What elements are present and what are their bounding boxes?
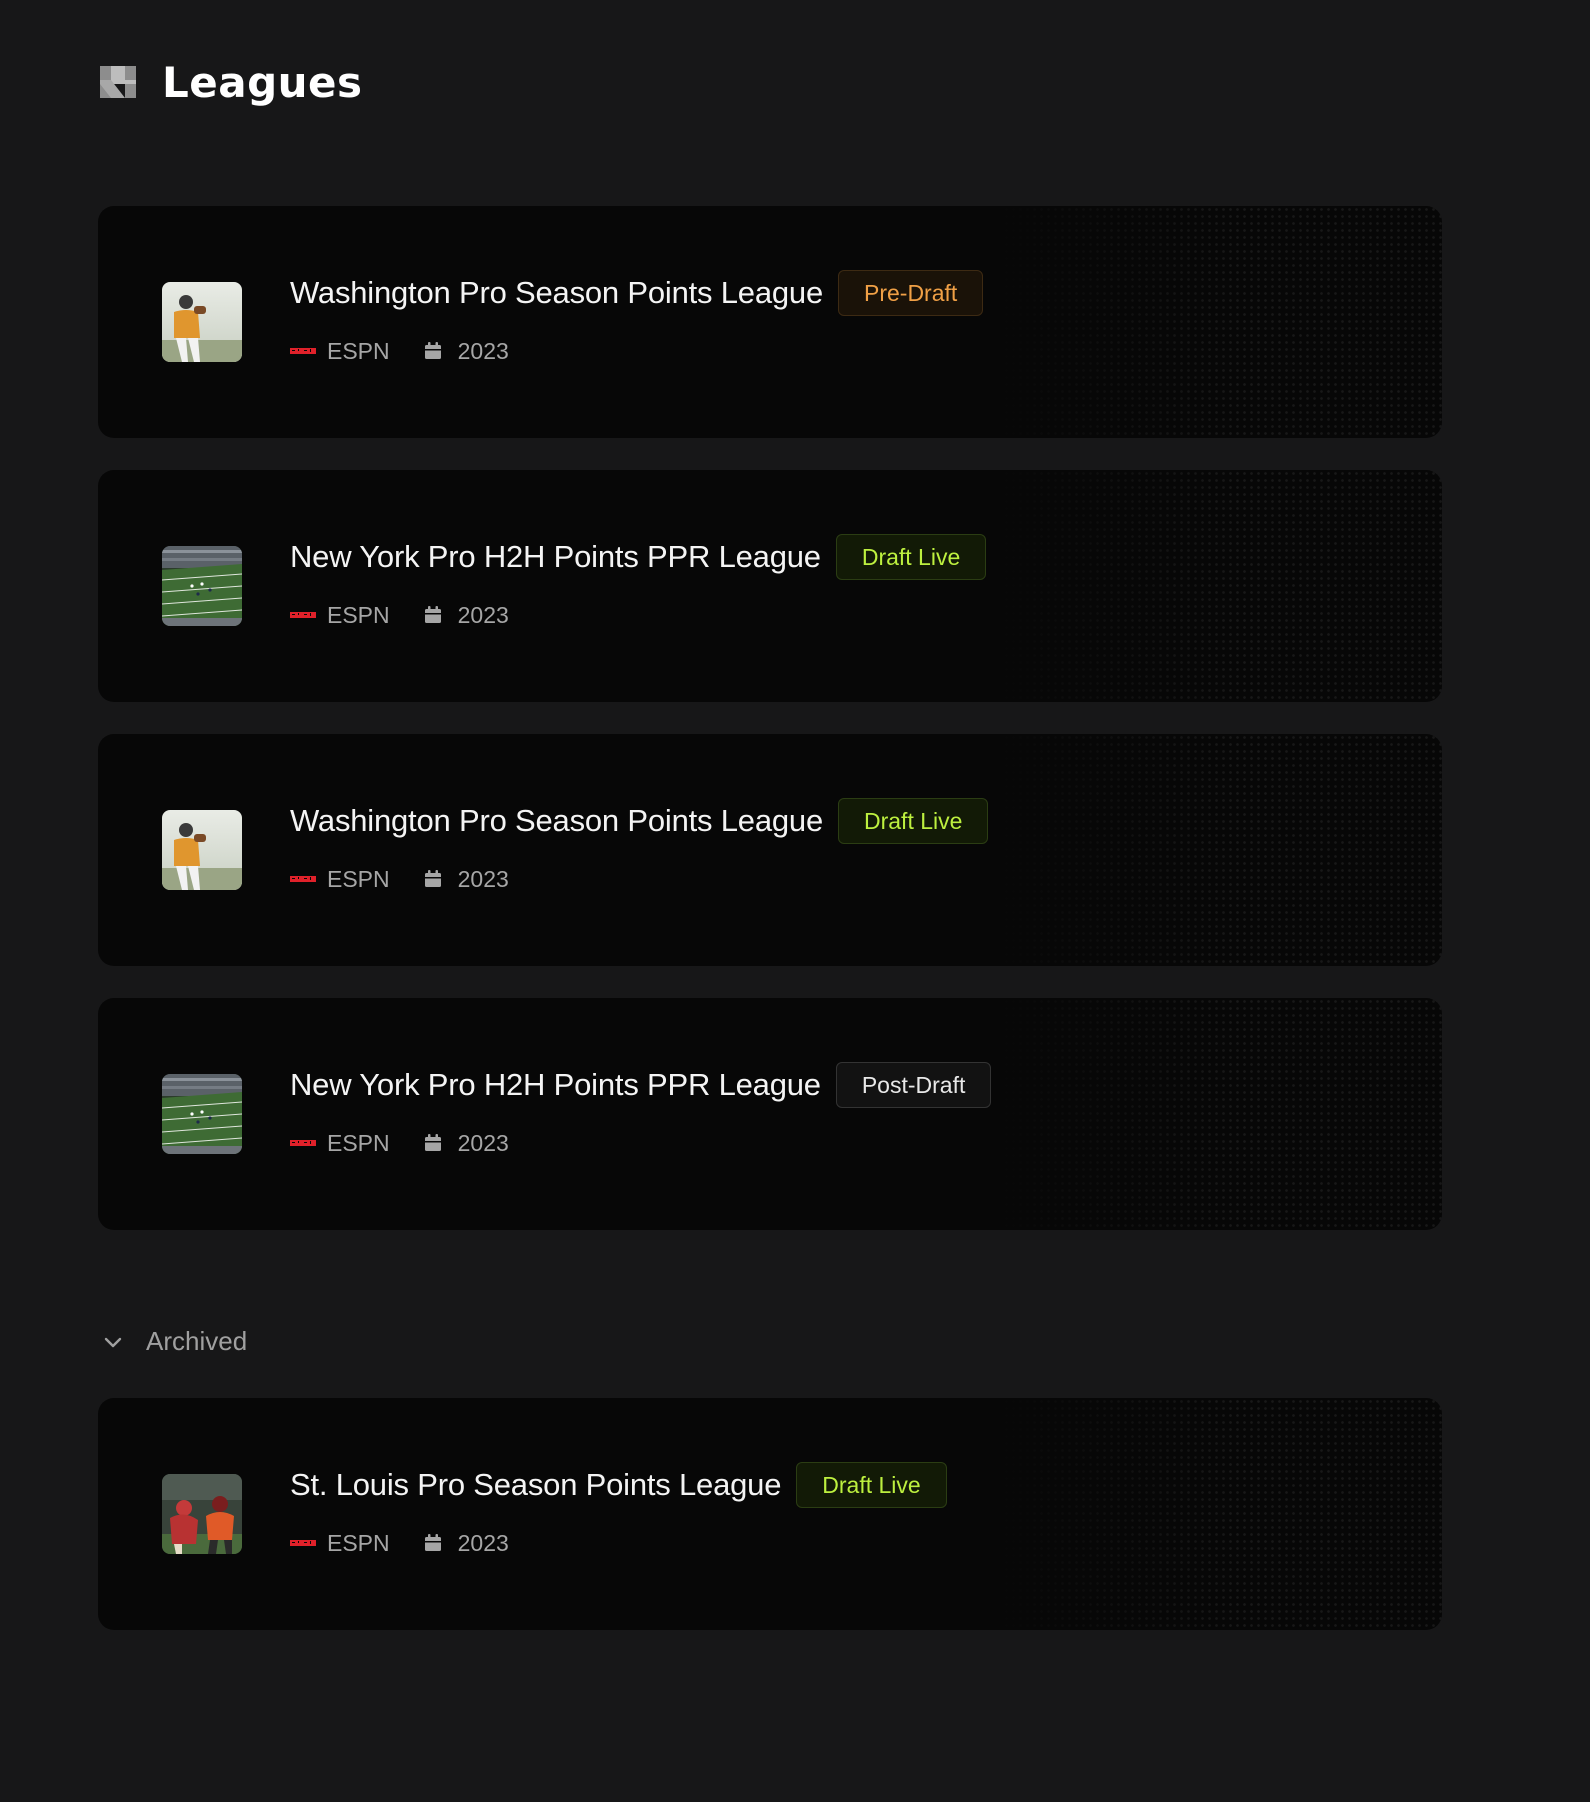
league-name[interactable]: New York Pro H2H Points PPR League [290,539,821,575]
calendar-icon [424,1534,441,1551]
page-title: Leagues [162,57,363,107]
status-badge: Draft Live [838,798,989,844]
league-card[interactable]: Washington Pro Season Points League Pre-… [98,206,1442,438]
league-name[interactable]: St. Louis Pro Season Points League [290,1467,781,1503]
league-meta: ESPN 2023 [290,599,1402,631]
league-title-row: Washington Pro Season Points League Draf… [290,798,1402,844]
league-name[interactable]: Washington Pro Season Points League [290,275,823,311]
espn-logo-icon [290,1140,316,1146]
chevron-down-icon [104,1337,122,1347]
season-label: 2023 [457,1529,509,1556]
league-thumbnail-stadium [162,546,242,626]
league-info: New York Pro H2H Points PPR League Post-… [290,1062,1402,1159]
espn-logo-icon [290,348,316,354]
league-card[interactable]: New York Pro H2H Points PPR League Post-… [98,998,1442,1230]
page-header: Leagues [100,56,363,108]
status-badge: Post-Draft [835,1062,992,1108]
league-info: New York Pro H2H Points PPR League Draft… [290,534,1402,631]
season-label: 2023 [457,337,509,364]
league-card[interactable]: Washington Pro Season Points League Draf… [98,734,1442,966]
season-label: 2023 [457,1129,509,1156]
leagues-page: Leagues Washington Pro Season Points Lea… [0,0,1590,1802]
league-info: St. Louis Pro Season Points League Draft… [290,1462,1402,1559]
league-name[interactable]: Washington Pro Season Points League [290,803,823,839]
league-name[interactable]: New York Pro H2H Points PPR League [290,1067,821,1103]
archived-toggle[interactable]: Archived [100,1326,247,1357]
stacked-s-logo-icon [100,66,136,98]
league-title-row: New York Pro H2H Points PPR League Draft… [290,534,1402,580]
status-badge: Draft Live [796,1462,947,1508]
league-info: Washington Pro Season Points League Draf… [290,798,1402,895]
league-meta: ESPN 2023 [290,335,1402,367]
season-label: 2023 [457,601,509,628]
provider-label: ESPN [327,601,390,628]
season-label: 2023 [457,865,509,892]
espn-logo-icon [290,612,316,618]
calendar-icon [424,606,441,623]
provider-label: ESPN [327,1129,390,1156]
league-thumbnail-linemen [162,1474,242,1554]
league-info: Washington Pro Season Points League Pre-… [290,270,1402,367]
provider-label: ESPN [327,1529,390,1556]
league-meta: ESPN 2023 [290,1527,1402,1559]
league-card[interactable]: New York Pro H2H Points PPR League Draft… [98,470,1442,702]
league-thumbnail-stadium [162,1074,242,1154]
calendar-icon [424,342,441,359]
archived-league-card[interactable]: St. Louis Pro Season Points League Draft… [98,1398,1442,1630]
league-meta: ESPN 2023 [290,1127,1402,1159]
provider-label: ESPN [327,865,390,892]
league-thumbnail-quarterback [162,810,242,890]
archived-label: Archived [146,1326,248,1356]
calendar-icon [424,1134,441,1151]
provider-label: ESPN [327,337,390,364]
status-badge: Pre-Draft [838,270,984,316]
espn-logo-icon [290,876,316,882]
status-badge: Draft Live [835,534,987,580]
league-title-row: Washington Pro Season Points League Pre-… [290,270,1402,316]
calendar-icon [424,870,441,887]
league-title-row: New York Pro H2H Points PPR League Post-… [290,1062,1402,1108]
espn-logo-icon [290,1540,316,1546]
league-thumbnail-quarterback [162,282,242,362]
league-meta: ESPN 2023 [290,863,1402,895]
league-title-row: St. Louis Pro Season Points League Draft… [290,1462,1402,1508]
